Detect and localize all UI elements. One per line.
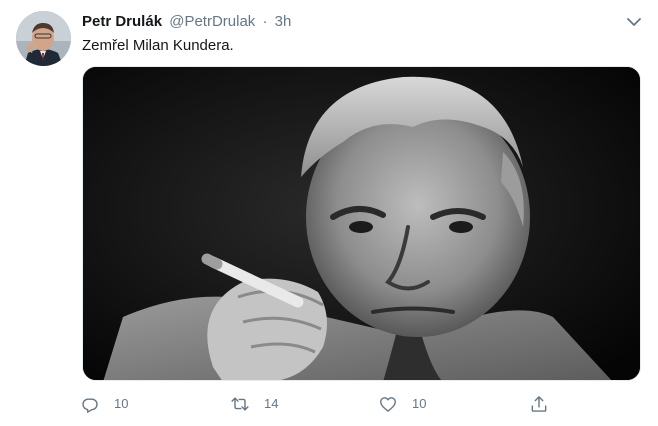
tweet-text: Zemřel Milan Kundera. [82, 37, 234, 54]
reply-icon [82, 398, 98, 413]
tweet-photo[interactable] [82, 66, 641, 381]
tweet-header: Petr Drulák @PetrDrulak · 3h [82, 12, 291, 32]
reply-count: 10 [114, 396, 129, 411]
retweet-button[interactable]: 14 [230, 392, 278, 416]
separator-dot: · [262, 13, 268, 30]
reply-button[interactable]: 10 [80, 392, 128, 416]
tweet-timestamp[interactable]: 3h [275, 13, 292, 30]
tweet[interactable]: Petr Drulák @PetrDrulak · 3h Zemřel Mila… [0, 0, 658, 426]
retweet-count: 14 [264, 396, 279, 411]
chevron-down-icon[interactable] [624, 12, 644, 32]
like-count: 10 [412, 396, 427, 411]
author-display-name[interactable]: Petr Drulák [82, 13, 162, 30]
retweet-icon [231, 397, 249, 411]
share-button[interactable] [529, 392, 549, 416]
like-button[interactable]: 10 [378, 392, 426, 416]
share-icon [531, 396, 547, 412]
avatar[interactable] [16, 11, 71, 66]
tweet-actions: 10 14 10 [80, 392, 560, 416]
author-handle[interactable]: @PetrDrulak [169, 13, 255, 30]
like-icon [380, 397, 396, 412]
